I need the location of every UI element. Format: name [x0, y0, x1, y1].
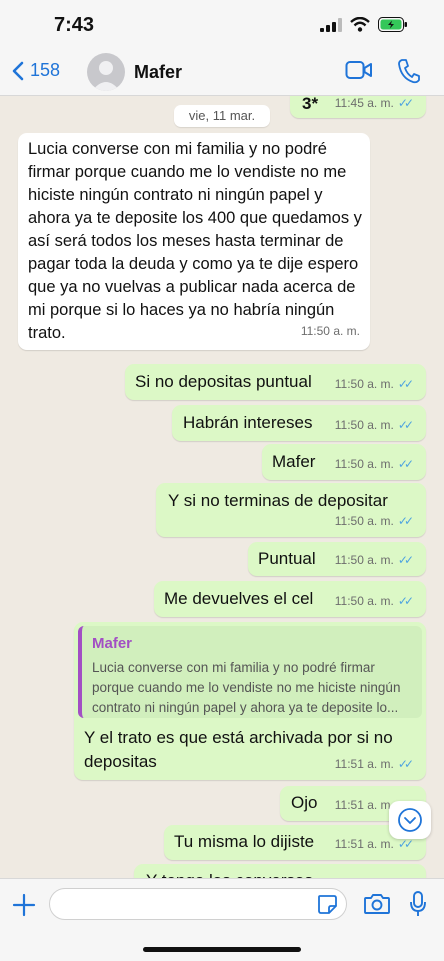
plus-icon[interactable]	[12, 893, 36, 917]
message-time: 11:51 a. m.	[334, 798, 394, 812]
video-call-icon[interactable]	[345, 59, 373, 81]
status-time: 7:43	[54, 14, 95, 36]
message-bubble[interactable]: Mafer 11:50 a. m. ✓✓	[262, 444, 426, 480]
message-bubble[interactable]: Lucia converse con mi familia y no podré…	[18, 133, 370, 350]
message-meta: 11:50 a. m. ✓✓	[335, 373, 414, 396]
message-bubble[interactable]: Mafer Lucia converse con mi familia y no…	[74, 622, 426, 780]
message-meta: 11:51 a. m.✓✓	[335, 753, 414, 776]
message-text: Habrán intereses	[183, 413, 313, 432]
phone-icon[interactable]	[397, 58, 421, 84]
message-text: Me devuelves el cel	[164, 589, 314, 608]
read-receipt-icon: ✓✓	[397, 594, 414, 608]
message-meta: 11:50 a. m.	[301, 320, 360, 343]
person-icon	[92, 61, 120, 91]
read-receipt-icon: ✓✓	[397, 457, 414, 471]
message-meta: 11:50 a. m. ✓✓	[335, 549, 414, 572]
status-bar: 7:43	[0, 0, 444, 50]
sticker-icon[interactable]	[316, 893, 338, 915]
avatar[interactable]	[87, 53, 125, 91]
microphone-icon[interactable]	[409, 890, 427, 918]
read-receipt-icon: ✓✓	[397, 514, 414, 528]
message-text: Y si no terminas de depositar	[168, 491, 388, 510]
read-receipt-icon: ✓✓	[397, 553, 414, 567]
home-indicator	[143, 947, 301, 952]
message-bubble[interactable]: Tu misma lo dijiste 11:51 a. m. ✓✓	[164, 825, 426, 860]
signal-icon	[320, 17, 342, 32]
message-time: 11:50 a. m.	[334, 594, 394, 608]
wifi-icon	[350, 17, 370, 32]
message-bubble[interactable]: Si no depositas puntual 11:50 a. m. ✓✓	[125, 364, 426, 400]
chat-header: 158 Mafer	[0, 50, 444, 96]
message-time: 11:50 a. m.	[334, 553, 394, 567]
back-button[interactable]: 158	[12, 60, 60, 81]
message-meta: 11:50 a. m. ✓✓	[335, 414, 414, 437]
message-time: 11:50 a. m.	[334, 514, 394, 528]
contact-name[interactable]: Mafer	[134, 62, 182, 83]
message-text: Tu misma lo dijiste	[174, 832, 315, 851]
message-text: Puntual	[258, 549, 316, 568]
read-receipt-icon: ✓✓	[397, 96, 414, 110]
message-time: 11:51 a. m.	[334, 837, 394, 851]
read-receipt-icon: ✓✓	[397, 377, 414, 391]
message-bubble[interactable]: Me devuelves el cel 11:50 a. m. ✓✓	[154, 581, 426, 617]
message-text: Lucia converse con mi familia y no podré…	[28, 140, 362, 342]
message-text: Mafer	[272, 452, 316, 471]
message-text: Si no depositas puntual	[135, 372, 312, 391]
date-chip: vie, 11 mar.	[174, 105, 270, 127]
message-time: 11:45 a. m.	[334, 96, 394, 110]
message-time: 11:51 a. m.	[334, 757, 394, 771]
message-time: 11:50 a. m.	[334, 377, 394, 391]
quoted-message[interactable]: Mafer Lucia converse con mi familia y no…	[78, 626, 422, 718]
unread-count: 158	[30, 60, 61, 80]
message-bubble[interactable]: Habrán intereses 11:50 a. m. ✓✓	[172, 405, 426, 441]
battery-icon	[378, 17, 407, 32]
message-text: 3*	[302, 96, 319, 113]
message-bubble[interactable]: 3* 11:45 a. m. ✓✓	[290, 96, 426, 118]
message-meta: 11:50 a. m. ✓✓	[335, 510, 414, 533]
read-receipt-icon: ✓✓	[397, 418, 414, 432]
message-time: 11:50 a. m.	[334, 457, 394, 471]
chevron-down-circle-icon	[398, 808, 422, 832]
read-receipt-icon: ✓✓	[397, 757, 414, 771]
message-input[interactable]	[49, 888, 347, 920]
message-bubble[interactable]: Y si no terminas de depositar 11:50 a. m…	[156, 483, 426, 537]
camera-icon[interactable]	[363, 892, 391, 916]
status-icons	[320, 17, 408, 32]
message-meta: 11:50 a. m. ✓✓	[335, 590, 414, 613]
message-meta: 11:50 a. m. ✓✓	[335, 453, 414, 476]
message-bubble[interactable]: Y tengo las conversas	[134, 864, 426, 878]
message-bubble[interactable]: Puntual 11:50 a. m. ✓✓	[248, 542, 426, 576]
message-text: Ojo	[291, 793, 318, 812]
quoted-author: Mafer	[92, 635, 133, 652]
chevron-left-icon	[12, 61, 24, 80]
quoted-text: Lucia converse con mi familia y no podré…	[92, 660, 401, 715]
message-time: 11:50 a. m.	[334, 418, 394, 432]
composer-bar	[0, 878, 444, 961]
chat-area[interactable]: 3* 11:45 a. m. ✓✓ vie, 11 mar. Lucia conv…	[0, 96, 444, 878]
message-text: Y tengo las conversas	[146, 869, 313, 878]
message-meta: 11:45 a. m. ✓✓	[335, 96, 414, 115]
scroll-to-bottom-button[interactable]	[389, 801, 431, 839]
message-time: 11:50 a. m.	[300, 324, 360, 338]
